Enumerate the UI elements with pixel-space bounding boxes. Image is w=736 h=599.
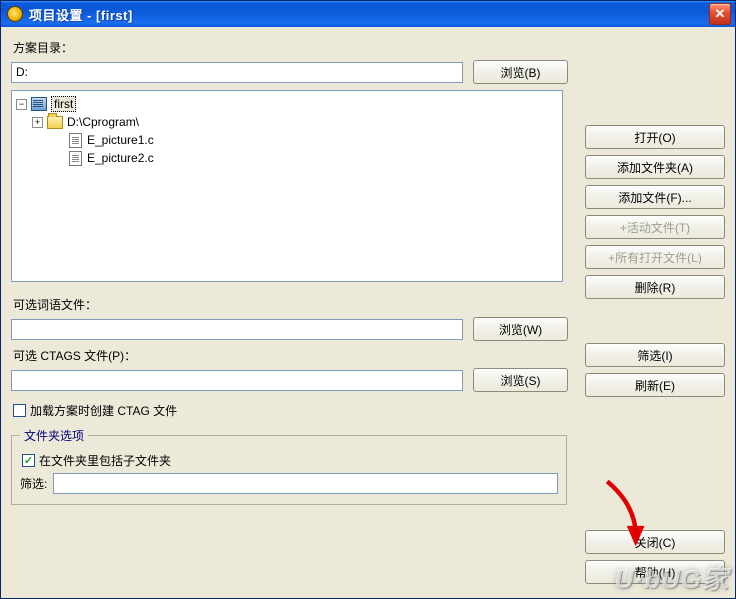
- browse-ctagsfile-button[interactable]: 浏览(S): [473, 368, 568, 392]
- filter-input[interactable]: [53, 473, 558, 494]
- tree-file-label: E_picture1.c: [87, 133, 154, 147]
- close-button[interactable]: 关闭(C): [585, 530, 725, 554]
- file-icon: [69, 133, 82, 148]
- collapse-icon[interactable]: −: [16, 99, 27, 110]
- filter-button[interactable]: 筛选(I): [585, 343, 725, 367]
- spacer: [54, 135, 65, 146]
- project-icon: [31, 97, 47, 111]
- titlebar: 项目设置 - [first] ✕: [1, 1, 735, 27]
- add-all-open-button: +所有打开文件(L): [585, 245, 725, 269]
- refresh-button[interactable]: 刷新(E): [585, 373, 725, 397]
- browse-directory-button[interactable]: 浏览(B): [473, 60, 568, 84]
- filter-label: 筛选:: [20, 475, 47, 492]
- app-icon: [7, 6, 23, 22]
- window-title: 项目设置 - [first]: [29, 5, 709, 24]
- open-button[interactable]: 打开(O): [585, 125, 725, 149]
- create-ctag-label: 加载方案时创建 CTAG 文件: [30, 402, 177, 419]
- remove-button[interactable]: 删除(R): [585, 275, 725, 299]
- folder-options-group: 文件夹选项 ✓ 在文件夹里包括子文件夹 筛选:: [11, 427, 567, 505]
- folder-icon: [47, 116, 63, 129]
- tree-file-label: E_picture2.c: [87, 151, 154, 165]
- tree-folder-label: D:\Cprogram\: [67, 115, 139, 129]
- wordfile-input[interactable]: [11, 319, 463, 340]
- tree-file-row[interactable]: E_picture2.c: [14, 149, 560, 167]
- add-folder-button[interactable]: 添加文件夹(A): [585, 155, 725, 179]
- include-subfolders-label: 在文件夹里包括子文件夹: [39, 452, 171, 469]
- file-icon: [69, 151, 82, 166]
- project-tree[interactable]: − first + D:\Cprogram\ E_picture1.c: [11, 90, 563, 282]
- add-active-file-button: +活动文件(T): [585, 215, 725, 239]
- ctagsfile-input[interactable]: [11, 370, 463, 391]
- directory-label: 方案目录：: [13, 39, 725, 56]
- include-subfolders-checkbox[interactable]: ✓: [22, 454, 35, 467]
- add-file-button[interactable]: 添加文件(F)...: [585, 185, 725, 209]
- watermark: U·bUG家: [615, 559, 729, 596]
- folder-options-legend: 文件夹选项: [20, 427, 88, 444]
- browse-wordfile-button[interactable]: 浏览(W): [473, 317, 568, 341]
- tree-folder-row[interactable]: + D:\Cprogram\: [14, 113, 560, 131]
- expand-icon[interactable]: +: [32, 117, 43, 128]
- tree-file-row[interactable]: E_picture1.c: [14, 131, 560, 149]
- tree-root-label: first: [51, 96, 76, 112]
- create-ctag-checkbox[interactable]: [13, 404, 26, 417]
- directory-input[interactable]: [11, 62, 463, 83]
- tree-root-row[interactable]: − first: [14, 95, 560, 113]
- close-icon[interactable]: ✕: [709, 3, 731, 25]
- spacer: [54, 153, 65, 164]
